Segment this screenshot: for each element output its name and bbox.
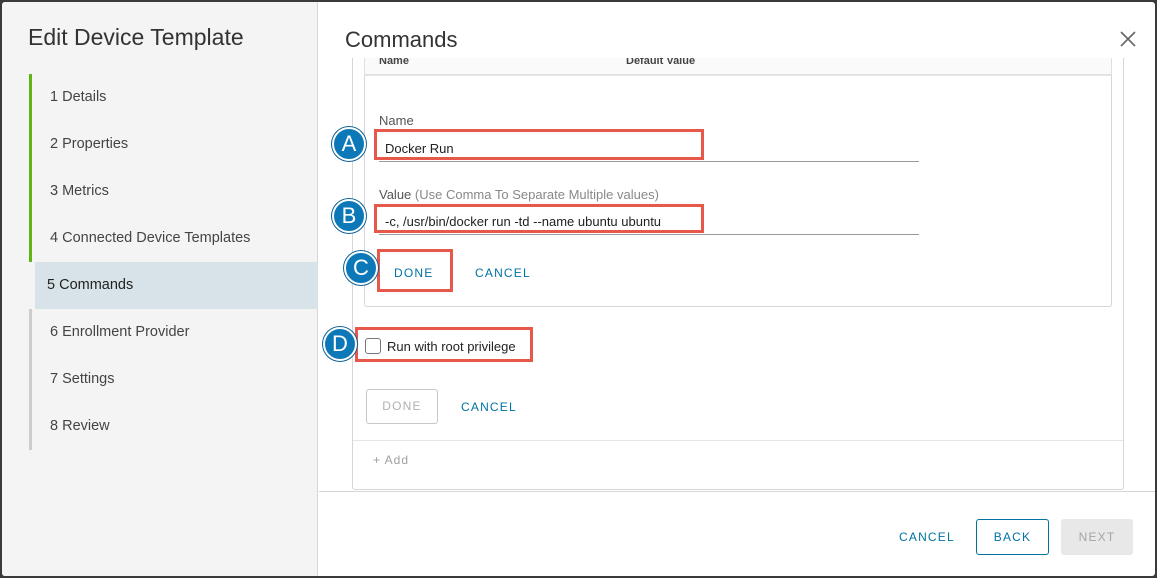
step-connected-device-templates[interactable]: 4 Connected Device Templates	[29, 215, 318, 262]
name-label: Name	[379, 113, 414, 128]
add-command-row: + Add	[353, 440, 1123, 480]
content-panel: Commands Name Default Value Name A Value…	[319, 2, 1155, 576]
footer-cancel-button[interactable]: CANCEL	[899, 530, 955, 544]
step-settings[interactable]: 7 Settings	[29, 356, 318, 403]
footer-back-button[interactable]: BACK	[976, 519, 1049, 555]
step-review[interactable]: 8 Review	[29, 403, 318, 450]
footer-next-button: NEXT	[1061, 519, 1133, 555]
wizard-nav: Edit Device Template 1 Details 2 Propert…	[2, 2, 318, 576]
commands-card: Name Default Value Name A Value (Use Com…	[323, 58, 1124, 490]
callout-badge-c: C	[344, 251, 378, 285]
column-header-name: Name	[379, 58, 409, 67]
value-hint: (Use Comma To Separate Multiple values)	[414, 187, 659, 202]
commands-grid-header: Name Default Value	[364, 58, 1112, 75]
wizard-title: Edit Device Template	[28, 24, 244, 50]
close-icon[interactable]	[1119, 30, 1137, 48]
step-details[interactable]: 1 Details	[29, 74, 318, 121]
outer-cancel-button[interactable]: CANCEL	[461, 400, 517, 414]
step-metrics[interactable]: 3 Metrics	[29, 168, 318, 215]
step-properties[interactable]: 2 Properties	[29, 121, 318, 168]
callout-d-highlight	[355, 327, 533, 362]
value-label: Value (Use Comma To Separate Multiple va…	[379, 187, 659, 202]
callout-badge-b: B	[332, 199, 366, 233]
page-title: Commands	[345, 27, 458, 52]
column-header-default-value: Default Value	[626, 58, 696, 67]
form-cancel-button[interactable]: CANCEL	[475, 266, 531, 280]
command-edit-form: Name A Value (Use Comma To Separate Mult…	[332, 75, 1112, 307]
step-commands[interactable]: 5 Commands	[35, 262, 318, 309]
commands-scroll-area[interactable]: Name Default Value Name A Value (Use Com…	[319, 58, 1155, 490]
outer-done-button: DONE	[366, 389, 438, 424]
edit-device-template-modal: Edit Device Template 1 Details 2 Propert…	[2, 2, 1155, 576]
callout-b-highlight	[374, 204, 704, 233]
callout-a-highlight	[374, 129, 704, 160]
callout-c-highlight	[377, 249, 453, 292]
step-enrollment-provider[interactable]: 6 Enrollment Provider	[29, 309, 318, 356]
wizard-steps: 1 Details 2 Properties 3 Metrics 4 Conne…	[29, 74, 318, 450]
value-label-text: Value	[379, 187, 412, 202]
callout-badge-a: A	[332, 127, 366, 161]
modal-footer: CANCEL BACK NEXT	[319, 491, 1155, 576]
callout-badge-d: D	[323, 327, 357, 361]
add-command-link[interactable]: + Add	[373, 453, 409, 467]
